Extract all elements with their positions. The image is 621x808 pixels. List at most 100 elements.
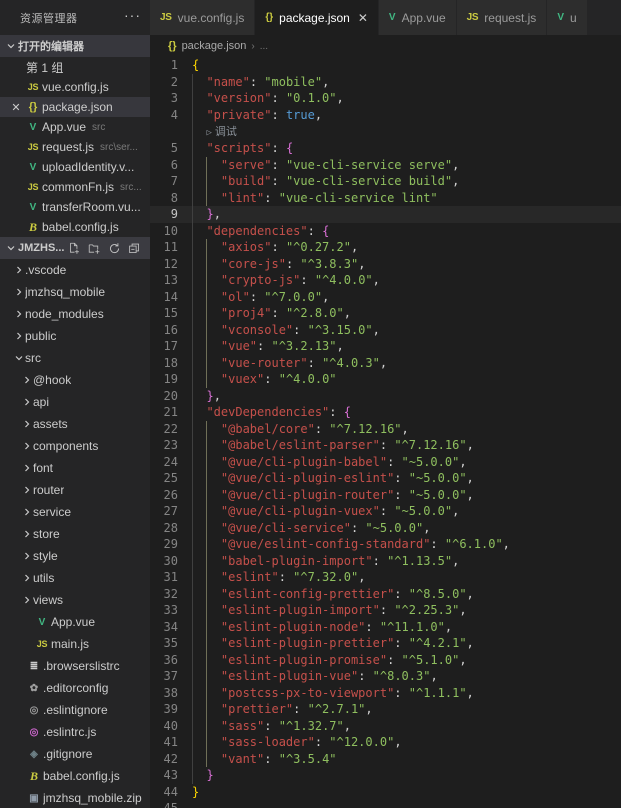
chevron-down-icon[interactable] — [12, 353, 25, 363]
project-section-header[interactable]: JMZHS... — [0, 237, 150, 259]
chevron-right-icon[interactable] — [12, 331, 25, 341]
open-editor-item[interactable]: JS commonFn.js src... — [0, 177, 150, 197]
tree-file-item[interactable]: ≣ .browserslistrc — [0, 655, 150, 677]
code-token-str: "^7.12.16" — [329, 421, 402, 436]
code-token-str: "^1.32.7" — [278, 718, 344, 733]
line-number: 31 — [163, 570, 178, 584]
close-icon[interactable]: ✕ — [8, 101, 24, 114]
tree-folder-item[interactable]: font — [0, 457, 150, 479]
tree-file-item[interactable]: Bbabel.config.js — [0, 765, 150, 787]
codelens-debug-label[interactable]: 调试 — [212, 126, 237, 138]
code-line-text: "@vue/cli-plugin-eslint": "~5.0.0", — [192, 470, 621, 487]
new-file-icon[interactable] — [67, 241, 82, 256]
code-token-key: "@vue/eslint-config-standard" — [220, 537, 431, 551]
collapse-all-icon[interactable] — [127, 241, 142, 256]
chevron-right-icon[interactable] — [20, 375, 33, 385]
chevron-right-icon[interactable] — [20, 441, 33, 451]
tree-file-item[interactable]: ◎ .eslintrc.js — [0, 721, 150, 743]
line-number: 20 — [163, 388, 178, 403]
tree-folder-item[interactable]: jmzhsq_mobile — [0, 281, 150, 303]
code-token-p: : — [271, 240, 286, 254]
editor-group-row[interactable]: 第 1 组 — [0, 57, 150, 77]
chevron-right-icon[interactable] — [20, 507, 33, 517]
tree-folder-item[interactable]: node_modules — [0, 303, 150, 325]
tree-folder-item[interactable]: @hook — [0, 369, 150, 391]
open-editor-item[interactable]: V App.vue src — [0, 117, 150, 137]
open-editors-section-header[interactable]: 打开的编辑器 — [0, 35, 150, 57]
code-line: 29 "@vue/eslint-config-standard": "^6.1.… — [150, 536, 621, 553]
tree-file-item[interactable]: ◎ .eslintignore — [0, 699, 150, 721]
chevron-right-icon[interactable] — [20, 551, 33, 561]
breadcrumb-trail[interactable]: ... — [260, 41, 268, 52]
tree-folder-item[interactable]: utils — [0, 567, 150, 589]
chevron-right-icon[interactable] — [12, 309, 25, 319]
tree-file-item[interactable]: ▣ jmzhsq_mobile.zip — [0, 787, 150, 808]
open-editor-item[interactable]: ✕ {} package.json — [0, 97, 150, 117]
indent-guide — [192, 173, 193, 190]
tree-folder-item[interactable]: service — [0, 501, 150, 523]
code-line: 43 } — [150, 767, 621, 784]
tree-file-item[interactable]: JS main.js — [0, 633, 150, 655]
tree-folder-item[interactable]: .vscode — [0, 259, 150, 281]
editor-tab[interactable]: Vu — [547, 0, 588, 35]
tree-folder-item[interactable]: store — [0, 523, 150, 545]
code-token-p: : — [249, 74, 265, 89]
code-token-p: , — [444, 619, 453, 634]
open-editor-item[interactable]: Bbabel.config.js — [0, 217, 150, 237]
chevron-right-icon[interactable] — [20, 573, 33, 583]
tree-file-item[interactable]: ◈ .gitignore — [0, 743, 150, 765]
indent-guide — [206, 321, 208, 338]
tree-item-label: babel.config.js — [43, 769, 120, 783]
tree-file-item[interactable]: V App.vue — [0, 611, 150, 633]
open-editor-label: babel.config.js — [42, 220, 119, 234]
chevron-right-icon[interactable] — [12, 287, 25, 297]
tree-folder-item[interactable]: router — [0, 479, 150, 501]
refresh-icon[interactable] — [107, 241, 122, 256]
code-line-text: "@vue/cli-plugin-vuex": "~5.0.0", — [192, 503, 621, 520]
chevron-right-icon[interactable] — [20, 529, 33, 539]
tree-folder-item[interactable]: views — [0, 589, 150, 611]
explorer-more-actions-icon[interactable]: ··· — [124, 8, 141, 24]
breadcrumb-file[interactable]: package.json — [182, 40, 247, 52]
chevron-right-icon[interactable] — [12, 265, 25, 275]
editor-tab[interactable]: JS vue.config.js — [150, 0, 256, 35]
line-number: 22 — [163, 421, 178, 436]
code-line: 37 "eslint-plugin-vue": "^8.0.3", — [150, 668, 621, 685]
code-token-p: : — [271, 157, 286, 172]
tree-folder-item[interactable]: components — [0, 435, 150, 457]
code-line: 35 "eslint-plugin-prettier": "^4.2.1", — [150, 635, 621, 652]
code-token-p: : — [264, 372, 279, 386]
new-folder-icon[interactable] — [87, 241, 102, 256]
tree-file-item[interactable]: ✿ .editorconfig — [0, 677, 150, 699]
open-editor-item[interactable]: VuploadIdentity.v... — [0, 157, 150, 177]
tree-folder-item[interactable]: public — [0, 325, 150, 347]
indent-guide — [192, 734, 193, 751]
tree-folder-item[interactable]: assets — [0, 413, 150, 435]
code-token-key: "sass" — [220, 718, 265, 733]
code-line-text: "prettier": "^2.7.1", — [192, 701, 621, 718]
tree-folder-item[interactable]: src — [0, 347, 150, 369]
open-editor-path: src\ser... — [100, 141, 138, 153]
line-number: 28 — [163, 520, 178, 535]
tree-folder-item[interactable]: style — [0, 545, 150, 567]
chevron-right-icon[interactable] — [20, 595, 33, 605]
code-line: 19 "vuex": "^4.0.0" — [150, 371, 621, 388]
editor-tab[interactable]: {} package.json ✕ — [255, 0, 379, 35]
open-editor-item[interactable]: JS vue.config.js — [0, 77, 150, 97]
code-token-str: "mobile" — [264, 74, 323, 89]
open-editor-item[interactable]: VtransferRoom.vu... — [0, 197, 150, 217]
code-editor[interactable]: 1{2 "name": "mobile", 3 "version": "0.1.0… — [150, 57, 621, 808]
chevron-right-icon[interactable] — [20, 485, 33, 495]
editor-tab[interactable]: V App.vue — [378, 0, 457, 35]
tree-folder-item[interactable]: api — [0, 391, 150, 413]
close-icon[interactable]: ✕ — [358, 11, 368, 25]
json-file-icon: {} — [265, 12, 274, 23]
indent-guide — [192, 338, 193, 355]
chevron-right-icon[interactable] — [20, 419, 33, 429]
code-token-p: , — [394, 735, 402, 749]
code-line: 28 "@vue/cli-service": "~5.0.0", — [150, 519, 621, 536]
chevron-right-icon[interactable] — [20, 397, 33, 407]
chevron-right-icon[interactable] — [20, 463, 33, 473]
open-editor-item[interactable]: JS request.js src\ser... — [0, 137, 150, 157]
editor-tab[interactable]: JS request.js — [456, 0, 548, 35]
